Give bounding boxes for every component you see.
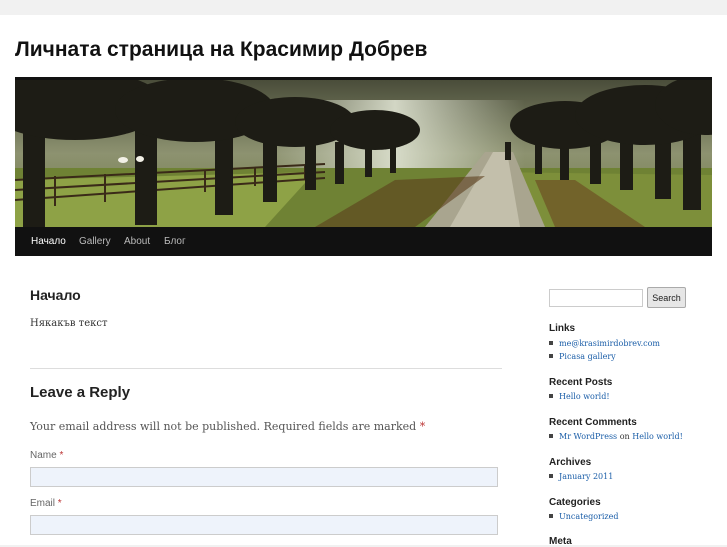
link-picasa-gallery[interactable]: Picasa gallery xyxy=(559,352,616,361)
bullet-icon xyxy=(549,341,553,345)
archive-link[interactable]: January 2011 xyxy=(559,472,613,481)
archives-title: Archives xyxy=(549,457,592,468)
post-title: Начало xyxy=(30,287,81,303)
nav-item-gallery[interactable]: Gallery xyxy=(79,236,111,247)
list-item: Mr WordPress on Hello world! xyxy=(549,430,683,443)
site-title[interactable]: Личната страница на Красимир Добрев xyxy=(15,38,427,62)
bullet-icon xyxy=(549,474,553,478)
reply-note: Your email address will not be published… xyxy=(30,420,425,433)
page: Личната страница на Красимир Добрев Нача… xyxy=(0,15,727,547)
required-mark: * xyxy=(57,498,62,509)
email-label-text: Email xyxy=(30,498,56,509)
bullet-icon xyxy=(549,394,553,398)
bullet-icon xyxy=(549,434,553,438)
nav-item-home[interactable]: Начало xyxy=(31,236,66,247)
recent-comments-list: Mr WordPress on Hello world! xyxy=(549,430,683,443)
main-navigation: Начало Gallery About Блог xyxy=(15,227,712,256)
categories-title: Categories xyxy=(549,497,601,508)
categories-list: Uncategorized xyxy=(549,510,618,523)
header-image xyxy=(15,80,712,227)
recent-posts-title: Recent Posts xyxy=(549,377,613,388)
category-link[interactable]: Uncategorized xyxy=(559,512,618,521)
list-item: Uncategorized xyxy=(549,510,618,523)
bullet-icon xyxy=(549,514,553,518)
list-item: Picasa gallery xyxy=(549,350,660,363)
nav-item-blog[interactable]: Блог xyxy=(164,236,186,247)
email-field[interactable] xyxy=(30,515,498,535)
name-label: Name * xyxy=(30,450,63,461)
content-divider xyxy=(30,368,502,369)
list-item: January 2011 xyxy=(549,470,613,483)
comment-on-text: on xyxy=(619,432,630,441)
nav-item-about[interactable]: About xyxy=(124,236,150,247)
required-mark: * xyxy=(59,450,64,461)
reply-note-text: Your email address will not be published… xyxy=(30,420,417,433)
search-input[interactable] xyxy=(549,289,643,307)
required-mark: * xyxy=(419,420,426,433)
search-button[interactable]: Search xyxy=(647,287,686,308)
recent-post-link[interactable]: Hello world! xyxy=(559,392,610,401)
email-label: Email * xyxy=(30,498,62,509)
reply-title: Leave a Reply xyxy=(30,384,131,401)
list-item: me@krasimirdobrev.com xyxy=(549,337,660,350)
post-content: Някакъв текст xyxy=(30,318,108,329)
link-email[interactable]: me@krasimirdobrev.com xyxy=(559,339,660,348)
bullet-icon xyxy=(549,354,553,358)
links-list: me@krasimirdobrev.com Picasa gallery xyxy=(549,337,660,363)
links-title: Links xyxy=(549,323,576,334)
name-field[interactable] xyxy=(30,467,498,487)
list-item: Hello world! xyxy=(549,390,610,403)
recent-posts-list: Hello world! xyxy=(549,390,610,403)
comment-post-link[interactable]: Hello world! xyxy=(632,432,683,441)
archives-list: January 2011 xyxy=(549,470,613,483)
name-label-text: Name xyxy=(30,450,57,461)
comment-author-link[interactable]: Mr WordPress xyxy=(559,432,617,441)
recent-comments-title: Recent Comments xyxy=(549,417,637,428)
meta-title: Meta xyxy=(549,536,572,547)
